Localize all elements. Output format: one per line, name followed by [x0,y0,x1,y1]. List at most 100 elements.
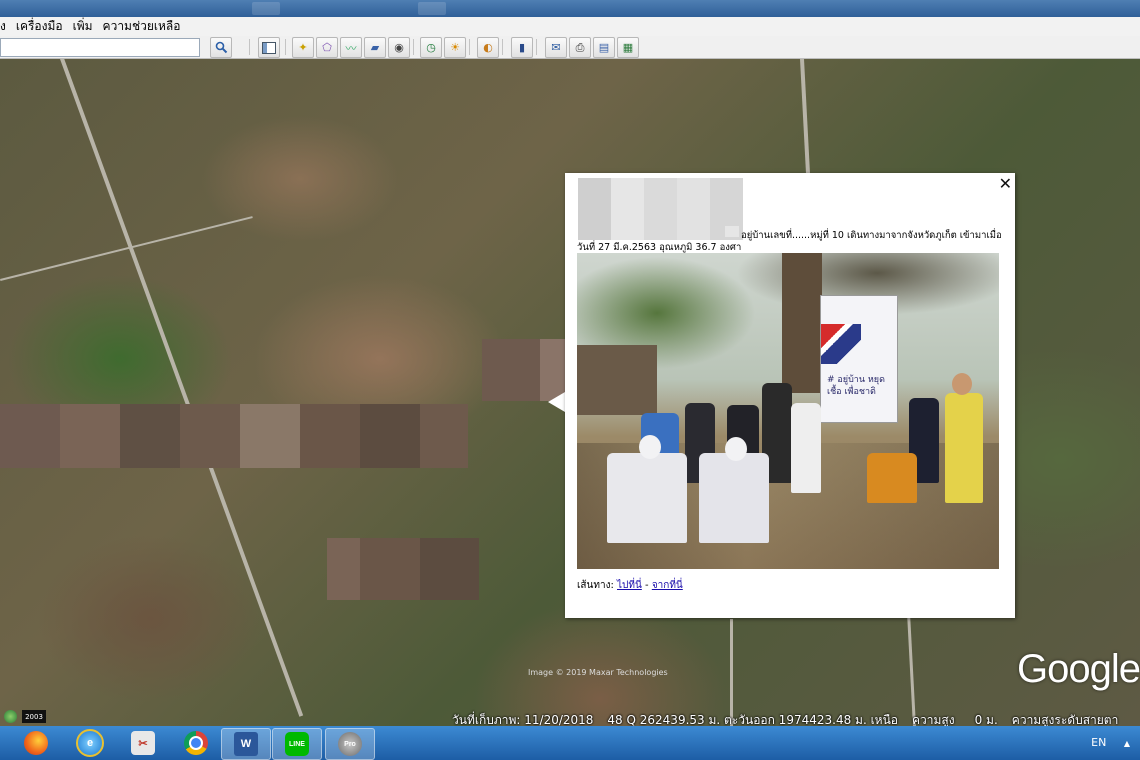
road [60,59,304,717]
coordinates: 48 Q 262439.53 ม. ตะวันออก 1974423.48 ม.… [607,713,898,727]
polygon-icon: ⬠ [322,41,332,54]
elevation-label: ความสูง [912,713,955,727]
person [867,453,917,503]
toolbar-separator [285,39,286,55]
elevation-value: 0 ม. [974,713,998,727]
search-icon [215,41,227,54]
road [0,216,253,281]
view-maps-icon: ▦ [622,41,634,54]
photo-hut [577,345,657,415]
google-logo: Google [1017,647,1140,691]
snipping-tool-icon: ✂ [131,731,155,755]
person [945,393,983,503]
path-icon: 〰 [345,41,357,55]
search-button[interactable] [210,37,232,58]
add-overlay-button[interactable]: ▰ [364,37,386,58]
title-bar-decoration [418,2,446,15]
add-polygon-button[interactable]: ⬠ [316,37,338,58]
chrome-icon [184,731,208,755]
sidebar-button[interactable] [258,37,280,58]
system-tray: EN ▲ [1091,736,1130,749]
taskbar-word[interactable]: W [221,728,271,760]
line-icon: LINE [285,732,309,756]
banner-text: # อยู่บ้าน หยุดเชื้อ เพื่อชาติ [827,375,885,397]
title-bar-decoration [252,2,280,15]
menu-item-tools[interactable]: เครื่องมือ [11,17,68,36]
placemark-balloon: ✕ อยู่บ้านเลขที่......หมู่ที่ 10 เดินทาง… [565,173,1015,618]
menu-item-view[interactable]: ง [0,17,11,36]
window-title-bar [0,0,1140,17]
balloon-description-line1: อยู่บ้านเลขที่......หมู่ที่ 10 เดินทางมา… [741,230,1002,241]
toolbar-separator [469,39,470,55]
word-icon: W [234,732,258,756]
sunlight-icon: ☀ [450,41,460,54]
print-button[interactable]: ⎙ [569,37,591,58]
taskbar-firefox[interactable] [12,728,60,758]
record-tour-button[interactable]: ◉ [388,37,410,58]
placemark-icon: ✦ [298,41,308,54]
taskbar-chrome[interactable] [172,728,220,758]
balloon-photo: # อยู่บ้าน หยุดเชื้อ เพื่อชาติ [577,253,999,569]
taskbar-google-earth-pro[interactable]: Pro [325,728,375,760]
print-icon: ⎙ [575,40,585,54]
save-image-button[interactable]: ▤ [593,37,615,58]
pixelated-label [327,538,479,600]
overlay-icon: ▰ [370,41,380,54]
imagery-year-badge: 2003 [22,710,46,723]
internet-explorer-icon: e [76,729,104,757]
person-ppe-suit [607,453,687,543]
sidebar-icon [262,41,276,54]
save-image-icon: ▤ [598,41,610,54]
email-icon: ✉ [551,41,561,54]
banner-logo-shape [821,324,861,364]
person-head [725,437,747,461]
directions-to-link[interactable]: ไปที่นี่ [617,580,642,591]
toolbar-separator [536,39,537,55]
taskbar: e ✂ W LINE Pro [0,726,1140,760]
historical-imagery-icon: ◷ [426,41,436,54]
taskbar-internet-explorer[interactable]: e [66,728,114,758]
ruler-icon: ▮ [518,41,526,54]
menu-item-help[interactable]: ความช่วยเหลือ [98,17,186,36]
eye-altitude: ความสูงระดับสายตา [1011,713,1119,727]
directions: เส้นทาง: ไปที่นี่ - จากที่นี่ [577,578,683,593]
toolbar-separator [249,39,250,55]
planets-button[interactable]: ◐ [477,37,499,58]
toolbar-separator [413,39,414,55]
taskbar-snipping-tool[interactable]: ✂ [119,728,167,758]
chrome-center [189,736,203,750]
road [730,619,733,726]
toolbar: ✦ ⬠ 〰 ▰ ◉ ◷ ☀ ◐ ▮ ✉ ⎙ ▤ ▦ [0,36,1140,59]
menu-item-add[interactable]: เพิ่ม [68,17,98,36]
directions-from-link[interactable]: จากที่นี่ [652,580,683,591]
photo-tree-trunk [782,253,822,393]
close-icon[interactable]: ✕ [999,174,1012,193]
google-earth-pro-icon: Pro [338,732,362,756]
search-input[interactable] [0,38,200,57]
ruler-button[interactable]: ▮ [511,37,533,58]
pixelated-label [0,404,468,468]
toolbar-separator [502,39,503,55]
menu-bar: ง เครื่องมือ เพิ่ม ความช่วยเหลือ [0,17,1140,37]
tour-icon: ◉ [394,41,404,54]
taskbar-line[interactable]: LINE [272,728,322,760]
add-path-button[interactable]: 〰 [340,37,362,58]
firefox-icon [24,731,48,755]
directions-separator: - [645,580,649,591]
view-in-maps-button[interactable]: ▦ [617,37,639,58]
pixelated-title [578,178,743,240]
tray-expand-icon[interactable]: ▲ [1124,739,1130,748]
pixelated-name [725,226,739,237]
directions-label: เส้นทาง: [577,580,614,591]
person-head [639,435,661,459]
person [791,403,821,493]
person-ppe-suit [699,453,769,543]
add-placemark-button[interactable]: ✦ [292,37,314,58]
imagery-date: วันที่เก็บภาพ: 11/20/2018 [452,713,594,727]
email-button[interactable]: ✉ [545,37,567,58]
language-indicator[interactable]: EN [1091,736,1106,749]
sunlight-button[interactable]: ☀ [444,37,466,58]
status-bar: วันที่เก็บภาพ: 11/20/2018 48 Q 262439.53… [452,711,1132,727]
balloon-pointer [548,392,565,412]
historical-imagery-button[interactable]: ◷ [420,37,442,58]
